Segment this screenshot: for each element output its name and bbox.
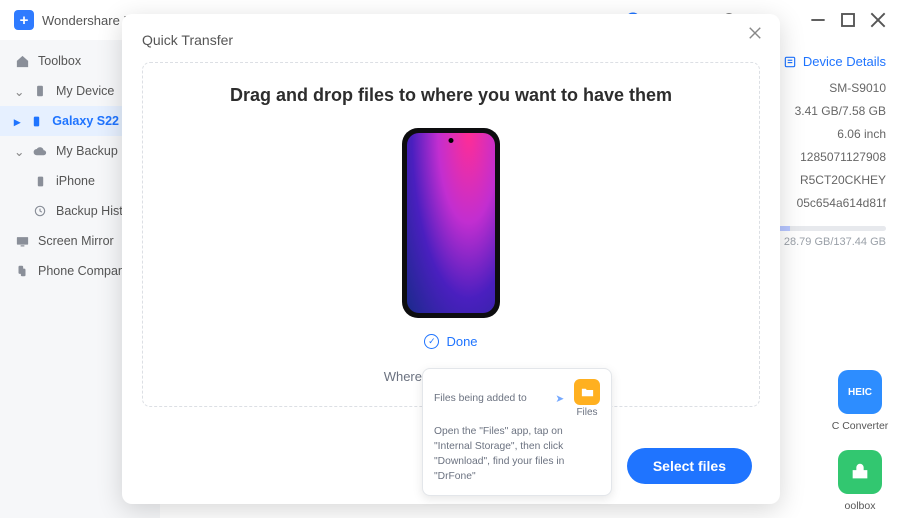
storage-bar [766,226,886,231]
chevron-down-icon: ⌄ [14,84,24,99]
files-app-icon [574,379,600,405]
detail-model: SM-S9010 [766,81,886,95]
history-icon [32,203,48,219]
close-button[interactable] [870,12,886,28]
sidebar-label: My Device [56,84,114,98]
app-logo-icon: + [14,10,34,30]
select-files-button[interactable]: Select files [627,448,752,484]
sidebar-label: Galaxy S22 [52,114,119,128]
phone-mockup [402,128,500,318]
home-icon [14,53,30,69]
tooltip-body: Open the "Files" app, tap on "Internal S… [434,425,600,485]
drop-heading: Drag and drop files to where you want to… [143,85,759,106]
device-icon [32,83,48,99]
detail-imei: 1285071127908 [766,150,886,164]
sidebar-label: Toolbox [38,54,81,68]
files-tooltip: Files being added to ➤ Files Open the "F… [422,368,612,496]
detail-screen: 6.06 inch [766,127,886,141]
device-details-panel: Device Details SM-S9010 3.41 GB/7.58 GB … [766,54,886,248]
minimize-button[interactable] [810,12,826,28]
heic-converter-card[interactable]: HEIC C Converter [830,370,890,432]
card-label: C Converter [830,420,890,432]
sidebar-label: iPhone [56,174,95,188]
details-title-label: Device Details [803,54,886,69]
sidebar-label: My Backup [56,144,118,158]
toolbox-icon [838,450,882,494]
detail-id2: 05c654a614d81f [766,196,886,210]
phone-icon [28,113,44,129]
card-label: oolbox [830,500,890,512]
toolbox-card[interactable]: oolbox [830,450,890,512]
detail-serial: R5CT20CKHEY [766,173,886,187]
maximize-button[interactable] [840,12,856,28]
storage-total-label: 28.79 GB/137.44 GB [766,236,886,248]
quick-transfer-modal: Quick Transfer Drag and drop files to wh… [122,14,780,504]
files-app-label: Files [574,407,600,418]
sidebar-label: Screen Mirror [38,234,114,248]
heic-icon: HEIC [838,370,882,414]
tooltip-top-label: Files being added to [434,392,545,405]
check-icon: ✓ [424,334,439,349]
phone-screen [407,133,495,313]
chevron-down-icon: ⌄ [14,144,24,159]
modal-title: Quick Transfer [142,32,760,48]
cloud-icon [32,143,48,159]
monitor-icon [14,233,30,249]
companion-icon [14,263,30,279]
modal-close-button[interactable] [748,26,766,44]
device-details-link[interactable]: Device Details [766,54,886,69]
detail-storage: 3.41 GB/7.58 GB [766,104,886,118]
details-icon [783,55,797,69]
caret-right-icon: ▸ [14,114,20,129]
done-status: ✓ Done [143,334,759,349]
done-label: Done [446,334,477,349]
arrow-right-icon: ➤ [555,393,564,405]
phone-icon [32,173,48,189]
drop-zone[interactable]: Drag and drop files to where you want to… [142,62,760,407]
